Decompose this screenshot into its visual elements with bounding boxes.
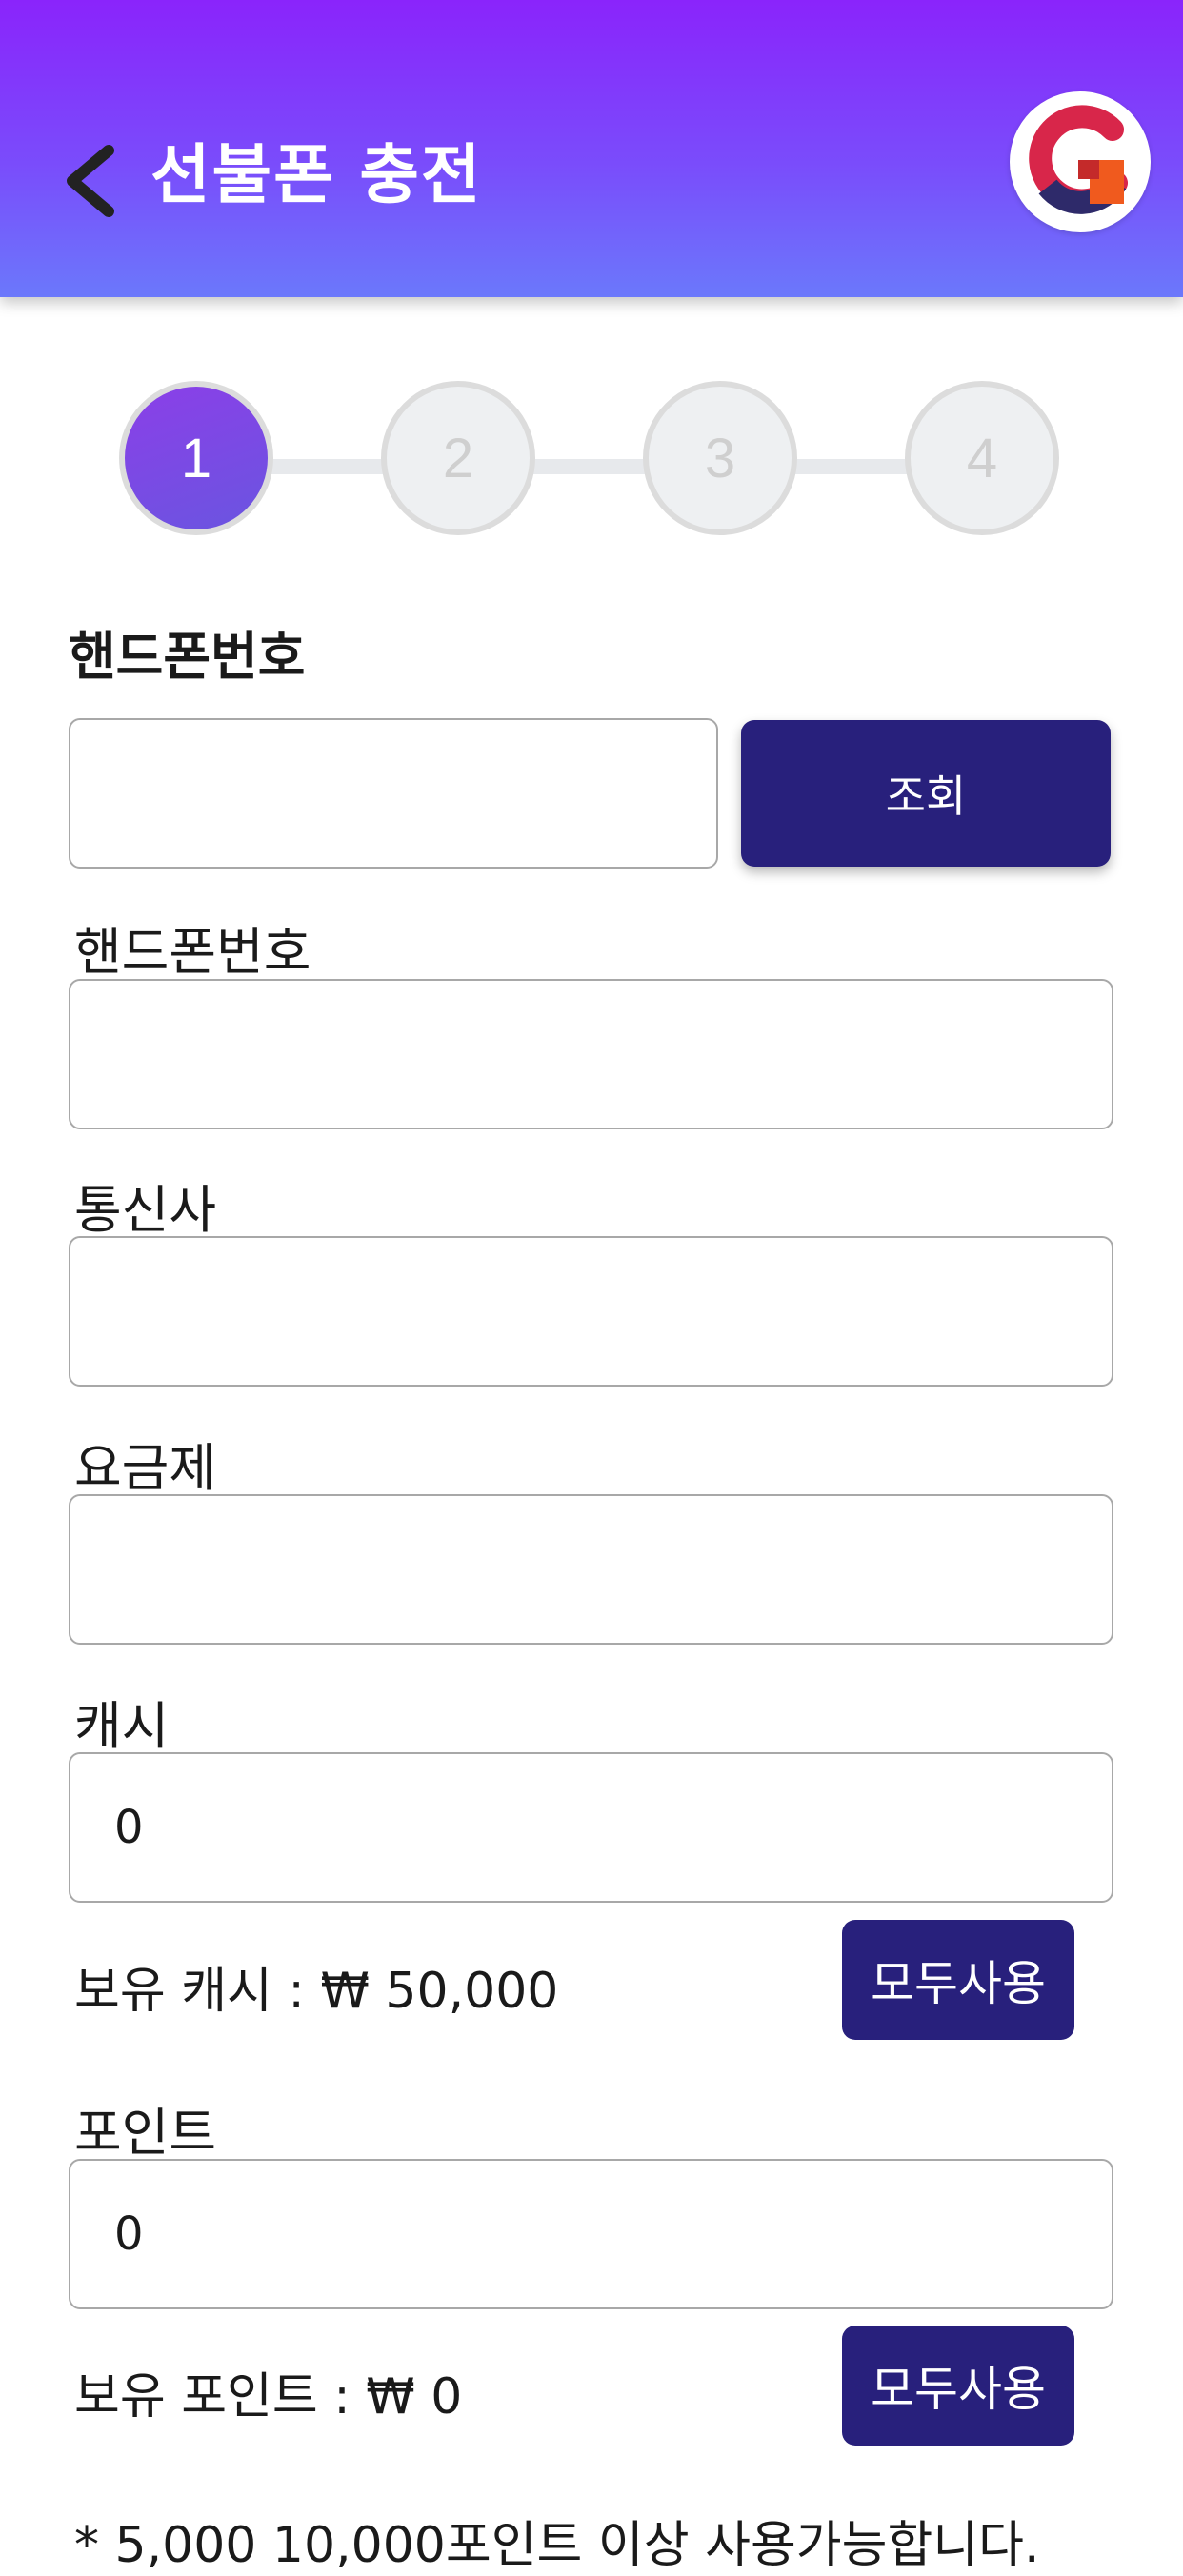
progress-stepper: 1 2 3 4 <box>0 381 1183 543</box>
phone-input[interactable] <box>70 981 1112 1128</box>
step-2: 2 <box>381 381 535 535</box>
plan-label: 요금제 <box>74 1438 217 1498</box>
stepper-track <box>190 459 1029 474</box>
lookup-phone-field[interactable] <box>69 718 718 869</box>
brand-logo-icon[interactable] <box>1010 91 1151 232</box>
points-notice: * 5,000 10,000포인트 이상 사용가능합니다. <box>74 2517 1040 2574</box>
page-title: 선불폰 충전 <box>150 138 483 213</box>
step-1: 1 <box>119 381 273 535</box>
step-3: 3 <box>643 381 797 535</box>
app-header: 선불폰 충전 <box>0 0 1183 297</box>
points-balance: 보유 포인트 : ₩ 0 <box>74 2368 463 2426</box>
back-button[interactable] <box>59 143 126 219</box>
chevron-left-icon <box>59 143 126 219</box>
step-4: 4 <box>905 381 1059 535</box>
cash-balance: 보유 캐시 : ₩ 50,000 <box>74 1963 559 2020</box>
phone-label: 핸드폰번호 <box>74 922 311 982</box>
cash-field[interactable] <box>69 1752 1113 1903</box>
carrier-label: 통신사 <box>74 1180 217 1240</box>
cash-label: 캐시 <box>74 1696 170 1756</box>
cash-input[interactable] <box>70 1754 1112 1901</box>
use-all-points-button[interactable]: 모두사용 <box>842 2326 1074 2446</box>
carrier-input[interactable] <box>70 1238 1112 1385</box>
points-field[interactable] <box>69 2159 1113 2309</box>
plan-input[interactable] <box>70 1496 1112 1643</box>
points-input[interactable] <box>70 2161 1112 2307</box>
plan-field[interactable] <box>69 1494 1113 1645</box>
carrier-field[interactable] <box>69 1236 1113 1387</box>
lookup-phone-input[interactable] <box>70 720 716 867</box>
points-label: 포인트 <box>74 2103 217 2163</box>
use-all-cash-button[interactable]: 모두사용 <box>842 1920 1074 2040</box>
lookup-button[interactable]: 조회 <box>741 720 1111 867</box>
phone-field[interactable] <box>69 979 1113 1129</box>
lookup-phone-label: 핸드폰번호 <box>69 627 306 687</box>
